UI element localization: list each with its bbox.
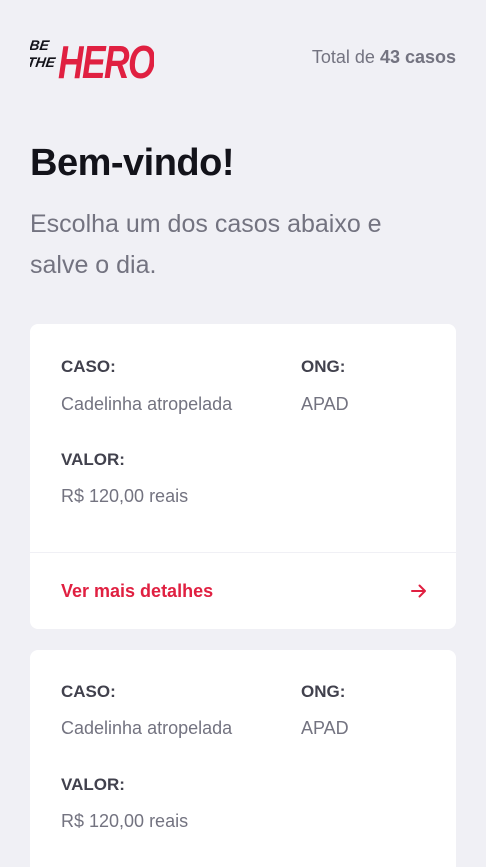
valor-label: VALOR: — [61, 775, 125, 794]
caso-label: CASO: — [61, 357, 116, 376]
svg-text:BE: BE — [30, 37, 51, 53]
see-details-label: Ver mais detalhes — [61, 580, 214, 601]
valor-value: R$ 120,00 reais — [61, 486, 189, 506]
svg-text:THE: THE — [30, 54, 57, 70]
total-cases: Total de 43 casos — [312, 47, 456, 68]
valor-value: R$ 120,00 reais — [61, 811, 189, 831]
incident-card: CASO: Cadelinha atropelada ONG: APAD VAL… — [30, 650, 456, 867]
incident-card: CASO: Cadelinha atropelada ONG: APAD VAL… — [30, 324, 456, 629]
ong-value: APAD — [301, 718, 349, 738]
svg-text:HERO: HERO — [58, 36, 154, 86]
total-count: 43 casos — [379, 46, 456, 67]
header: BE THE HERO Total de 43 casos — [30, 28, 456, 86]
page-subtitle: Escolha um dos casos abaixo e salve o di… — [30, 210, 382, 279]
arrow-right-icon — [410, 582, 428, 600]
ong-value: APAD — [301, 394, 349, 414]
caso-label: CASO: — [61, 682, 116, 701]
caso-value: Cadelinha atropelada — [61, 718, 233, 738]
page-title: Bem-vindo! — [30, 142, 235, 184]
total-prefix: Total de — [311, 46, 375, 67]
ong-label: ONG: — [301, 682, 346, 701]
see-details-button[interactable]: Ver mais detalhes — [30, 553, 456, 629]
ong-label: ONG: — [301, 357, 346, 376]
valor-label: VALOR: — [61, 450, 125, 469]
screen: BE THE HERO Total de 43 casos Bem-vindo!… — [0, 0, 486, 867]
be-the-hero-logo: BE THE HERO — [30, 28, 154, 86]
caso-value: Cadelinha atropelada — [61, 394, 233, 414]
